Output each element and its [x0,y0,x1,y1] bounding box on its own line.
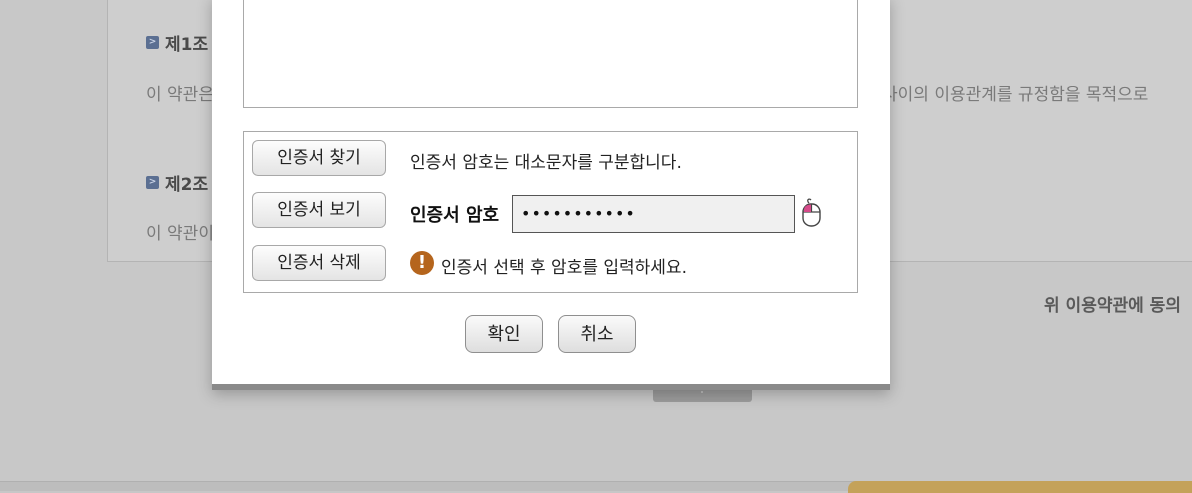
bullet-marker-icon: > [146,36,159,49]
agree-text: 위 이용약관에 동의 [1044,296,1181,316]
article2-text-left: 이 약관이 [146,224,214,244]
password-label: 인증서 암호 [410,205,500,226]
case-sensitive-note: 인증서 암호는 대소문자를 구분합니다. [410,153,682,173]
certificate-dialog: 인증서 찾기 인증서 보기 인증서 삭제 인증서 암호는 대소문자를 구분합니다… [212,0,890,390]
password-input[interactable]: ••••••••••• [512,195,795,233]
find-certificate-button[interactable]: 인증서 찾기 [252,140,386,176]
exclamation-circle-icon: ! [410,251,434,275]
certificate-control-panel: 인증서 찾기 인증서 보기 인증서 삭제 인증서 암호는 대소문자를 구분합니다… [243,131,858,293]
bullet-marker-icon: > [146,176,159,189]
confirm-button[interactable]: 확인 [465,315,543,353]
article1-text-right: 사이의 이용관계를 규정함을 목적으로 [882,85,1149,105]
cancel-button[interactable]: 취소 [558,315,636,353]
background-accent-bar [848,481,1192,493]
view-certificate-button[interactable]: 인증서 보기 [252,192,386,228]
mouse-icon[interactable] [801,198,823,228]
article2-heading: > 제2조 [146,170,208,195]
warning-message: 인증서 선택 후 암호를 입력하세요. [441,258,687,278]
article1-text-left: 이 약관은 [146,85,214,105]
certificate-list[interactable] [243,0,858,108]
delete-certificate-button[interactable]: 인증서 삭제 [252,245,386,281]
article2-title: 제2조 [165,175,209,195]
article1-title: 제1조 [165,35,209,55]
article1-heading: > 제1조 [146,30,208,55]
